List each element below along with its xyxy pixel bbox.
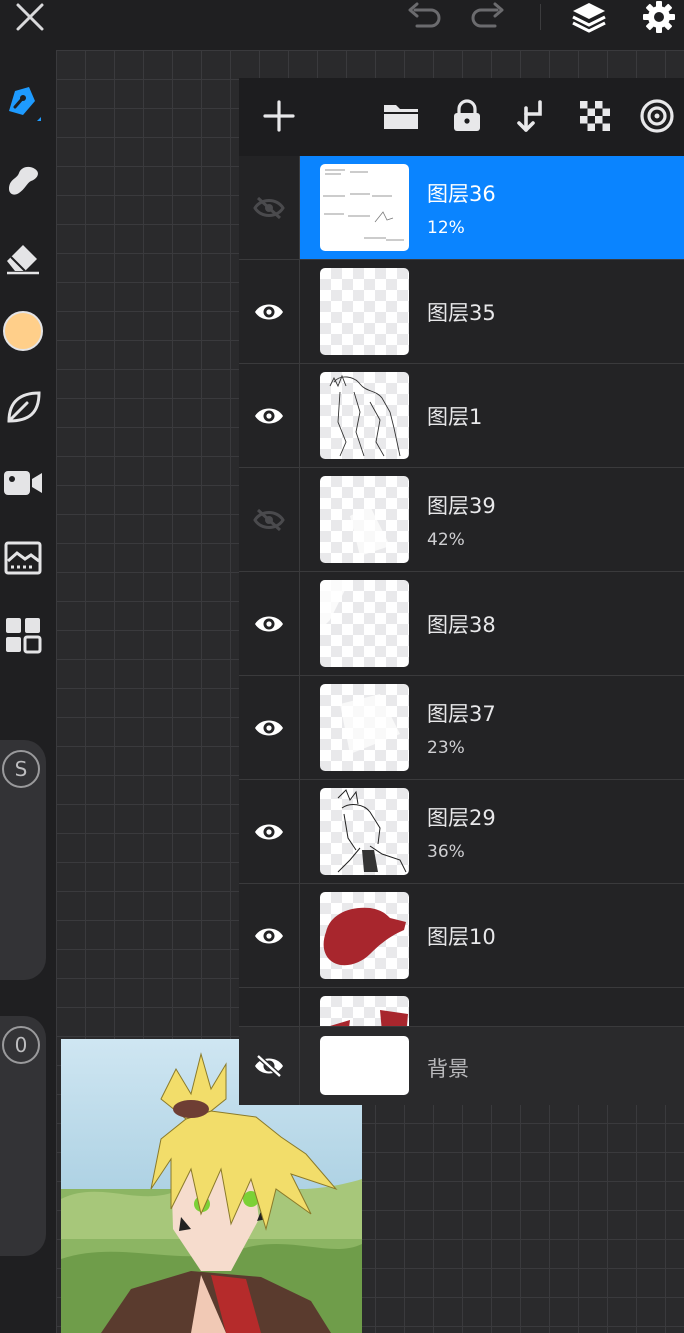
- layer-list[interactable]: 图层36 12% 图层35 图层1 图层39 42% 图层38 图层37 23%…: [239, 156, 684, 1102]
- visibility-toggle[interactable]: [239, 260, 300, 363]
- layer-thumbnail: [320, 580, 409, 667]
- layer-row-main[interactable]: 图层35: [300, 260, 684, 363]
- eye-hidden-icon: [253, 508, 285, 531]
- layer-row[interactable]: 图层10: [239, 884, 684, 988]
- layer-panel: 图层36 12% 图层35 图层1 图层39 42% 图层38 图层37 23%…: [239, 78, 684, 1104]
- top-bar: [0, 0, 684, 50]
- layer-row[interactable]: 图层38: [239, 572, 684, 676]
- gallery-grid-icon[interactable]: [0, 612, 46, 658]
- layer-name: 背景: [427, 1057, 469, 1081]
- blend-mode-icon[interactable]: [637, 96, 677, 136]
- visibility-toggle[interactable]: [239, 884, 300, 987]
- visibility-toggle[interactable]: [239, 676, 300, 779]
- opacity-slider-label: 0: [14, 1033, 28, 1057]
- smudge-icon[interactable]: [0, 156, 46, 202]
- eye-icon: [255, 616, 283, 631]
- layer-row-main[interactable]: 图层38: [300, 572, 684, 675]
- layer-row[interactable]: 图层39 42%: [239, 468, 684, 572]
- eye-icon: [255, 408, 283, 423]
- layer-row-main[interactable]: 图层37 23%: [300, 676, 684, 779]
- visibility-toggle[interactable]: [239, 780, 300, 883]
- eye-icon: [255, 928, 283, 943]
- layer-name: 图层35: [427, 301, 496, 325]
- layer-name: 图层38: [427, 613, 496, 637]
- lock-icon[interactable]: [447, 96, 487, 136]
- layer-row-main[interactable]: 背景: [300, 1027, 684, 1105]
- layer-row-main[interactable]: 图层10: [300, 884, 684, 987]
- eye-icon: [255, 304, 283, 319]
- layer-thumbnail: [320, 476, 409, 563]
- layer-row-main[interactable]: 图层1: [300, 364, 684, 467]
- transparency-icon[interactable]: [575, 96, 615, 136]
- layer-thumbnail: [320, 1036, 409, 1095]
- layer-opacity: 12%: [427, 218, 465, 238]
- eye-icon: [255, 824, 283, 839]
- add-layer-icon[interactable]: [259, 96, 299, 136]
- reference-image-icon[interactable]: [0, 536, 46, 582]
- left-toolbar: S 0: [0, 50, 56, 1333]
- eye-hidden-icon: [253, 196, 285, 219]
- color-swatch[interactable]: [0, 308, 46, 354]
- background-layer-row[interactable]: 背景: [239, 1026, 684, 1105]
- layer-thumbnail: [320, 164, 409, 251]
- layer-thumbnail: [320, 684, 409, 771]
- layer-name: 图层29: [427, 806, 496, 830]
- layer-name: 图层37: [427, 702, 496, 726]
- layer-row-main[interactable]: 图层29 36%: [300, 780, 684, 883]
- layer-thumbnail: [320, 892, 409, 979]
- brush-size-slider[interactable]: S: [0, 740, 46, 980]
- merge-down-icon[interactable]: [511, 96, 551, 136]
- visibility-toggle[interactable]: [239, 468, 300, 571]
- visibility-toggle[interactable]: [239, 364, 300, 467]
- redo-icon[interactable]: [466, 0, 510, 34]
- layer-row-main[interactable]: 图层36 12%: [300, 156, 684, 259]
- layer-row[interactable]: 图层36 12%: [239, 156, 684, 260]
- layer-opacity: 36%: [427, 842, 465, 862]
- undo-icon[interactable]: [402, 0, 446, 34]
- layer-name: 图层1: [427, 405, 483, 429]
- layer-thumbnail: [320, 268, 409, 355]
- layer-opacity: 42%: [427, 530, 465, 550]
- layer-name: 图层36: [427, 182, 496, 206]
- size-slider-label: S: [14, 757, 28, 781]
- layer-thumbnail: [320, 372, 409, 459]
- opacity-slider-knob[interactable]: 0: [2, 1026, 40, 1064]
- toolbar-divider: [540, 4, 541, 30]
- brush-opacity-slider[interactable]: 0: [0, 1016, 46, 1256]
- brush-icon[interactable]: [0, 78, 46, 124]
- visibility-toggle[interactable]: [239, 156, 300, 259]
- eye-icon: [255, 720, 283, 735]
- layer-row[interactable]: 图层29 36%: [239, 780, 684, 884]
- size-slider-knob[interactable]: S: [2, 750, 40, 788]
- leaf-icon[interactable]: [0, 384, 46, 430]
- settings-icon[interactable]: [636, 0, 682, 34]
- layer-row[interactable]: 图层37 23%: [239, 676, 684, 780]
- folder-icon[interactable]: [381, 96, 421, 136]
- eraser-icon[interactable]: [0, 234, 46, 280]
- layers-icon[interactable]: [566, 0, 612, 34]
- layer-thumbnail: [320, 788, 409, 875]
- camera-icon[interactable]: [0, 460, 46, 506]
- layer-row[interactable]: 图层35: [239, 260, 684, 364]
- visibility-toggle[interactable]: [239, 572, 300, 675]
- layer-row-main[interactable]: 图层39 42%: [300, 468, 684, 571]
- layer-opacity: 23%: [427, 738, 465, 758]
- visibility-toggle[interactable]: [239, 1027, 300, 1105]
- layer-row[interactable]: 图层1: [239, 364, 684, 468]
- layer-panel-toolbar: [239, 78, 684, 156]
- layer-name: 图层10: [427, 925, 496, 949]
- close-icon[interactable]: [8, 0, 52, 34]
- eye-hidden-icon: [255, 1054, 283, 1078]
- layer-name: 图层39: [427, 494, 496, 518]
